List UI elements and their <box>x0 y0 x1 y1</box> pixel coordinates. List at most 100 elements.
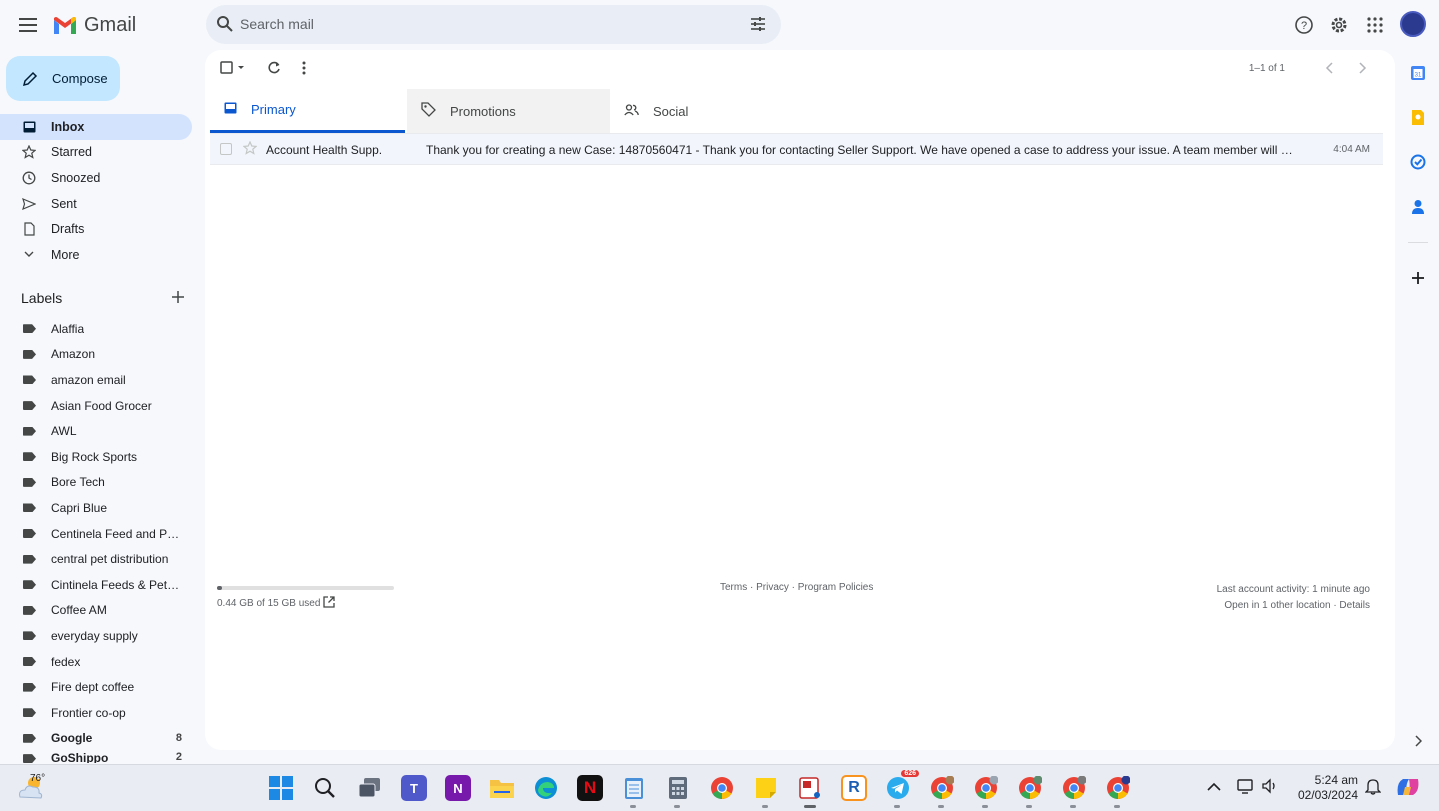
tab-promotions[interactable]: Promotions <box>407 89 610 133</box>
hamburger-icon <box>19 18 37 32</box>
label-item[interactable]: Alaffia <box>0 316 200 342</box>
running-indicator <box>1026 805 1032 808</box>
label-tag-icon <box>23 477 36 487</box>
other-location-link[interactable]: Open in 1 other location · Details <box>1217 598 1370 614</box>
label-item[interactable]: Google 8 <box>0 726 200 752</box>
nav-item-starred[interactable]: Starred <box>0 140 200 166</box>
nav-item-drafts[interactable]: Drafts <box>0 216 200 242</box>
add-label-button[interactable] <box>171 290 185 309</box>
chrome-profile-icon[interactable] <box>973 775 999 801</box>
star-icon[interactable] <box>242 140 258 158</box>
label-item[interactable]: Asian Food Grocer <box>0 393 200 419</box>
account-avatar[interactable] <box>1400 11 1426 37</box>
chevron-up-icon[interactable] <box>1207 779 1221 797</box>
sticky-notes-icon[interactable] <box>753 775 779 801</box>
nav-item-snoozed[interactable]: Snoozed <box>0 165 200 191</box>
label-item[interactable]: Capri Blue <box>0 495 200 521</box>
search-icon[interactable] <box>216 15 234 33</box>
category-tabs: Primary Promotions Social <box>210 89 1385 133</box>
running-indicator <box>762 805 768 808</box>
volume-icon[interactable] <box>1261 777 1279 800</box>
label-item[interactable]: Bore Tech <box>0 470 200 496</box>
compose-button[interactable]: Compose <box>6 56 120 101</box>
gmail-logo[interactable]: Gmail <box>52 14 136 37</box>
compose-label: Compose <box>52 71 108 86</box>
label-item[interactable]: Coffee AM <box>0 598 200 624</box>
task-view-icon[interactable] <box>357 775 383 801</box>
policy-links[interactable]: Terms · Privacy · Program Policies <box>720 582 873 593</box>
search-options-icon[interactable] <box>749 15 767 33</box>
chevron-down-icon <box>22 248 36 262</box>
select-all-checkbox[interactable] <box>220 61 248 80</box>
snipping-tool-icon[interactable] <box>797 775 823 801</box>
label-item[interactable]: Frontier co-op <box>0 700 200 726</box>
search-input[interactable]: Search mail <box>240 16 314 32</box>
older-page-chevron-right-icon[interactable] <box>1357 61 1367 80</box>
label-item[interactable]: Centinela Feed and Pet ... <box>0 521 200 547</box>
system-clock[interactable]: 5:24 am 02/03/2024 <box>1290 773 1358 803</box>
netflix-icon[interactable]: N <box>577 775 603 801</box>
chrome-profile-icon[interactable] <box>1105 775 1131 801</box>
email-snippet: Thank you for creating a new Case: 14870… <box>426 143 1296 157</box>
label-name: Big Rock Sports <box>51 449 138 464</box>
email-row[interactable]: Account Health Supp. Thank you for creat… <box>210 133 1383 165</box>
calendar-icon[interactable]: 31 <box>1408 63 1428 83</box>
help-icon[interactable]: ? <box>1292 13 1316 37</box>
weather-temperature: 76° <box>30 773 46 784</box>
more-options-icon[interactable] <box>302 61 306 80</box>
newer-page-chevron-left-icon[interactable] <box>1325 61 1335 80</box>
network-icon[interactable] <box>1237 777 1255 800</box>
label-item[interactable]: everyday supply <box>0 623 200 649</box>
label-item[interactable]: AWL <box>0 418 200 444</box>
settings-gear-icon[interactable] <box>1327 13 1351 37</box>
copilot-icon[interactable] <box>1395 775 1421 804</box>
add-addon-plus-icon[interactable] <box>1408 268 1428 288</box>
google-apps-icon[interactable] <box>1363 13 1387 37</box>
calculator-icon[interactable] <box>665 775 691 801</box>
keep-icon[interactable] <box>1408 107 1428 127</box>
main-menu-button[interactable] <box>16 13 40 37</box>
label-tag-icon <box>23 452 36 462</box>
windows-start-icon[interactable] <box>268 775 294 801</box>
weather-widget[interactable]: 76° <box>16 773 46 806</box>
show-side-panel-chevron-icon[interactable] <box>1408 731 1428 751</box>
telegram-icon[interactable]: 626 <box>885 770 919 801</box>
label-item[interactable]: fedex <box>0 649 200 675</box>
tag-icon <box>421 102 436 120</box>
chrome-icon[interactable] <box>709 775 735 801</box>
taskbar-search-icon[interactable] <box>312 775 338 801</box>
label-item[interactable]: central pet distribution <box>0 546 200 572</box>
refresh-icon[interactable] <box>267 61 281 80</box>
contacts-icon[interactable] <box>1408 197 1428 217</box>
chrome-profile-icon[interactable] <box>1017 775 1043 801</box>
search-bar[interactable]: Search mail <box>206 5 781 44</box>
chrome-profile-icon[interactable] <box>1061 775 1087 801</box>
teams-icon[interactable]: T <box>401 775 427 801</box>
nav-item-inbox[interactable]: Inbox <box>0 114 192 140</box>
file-explorer-icon[interactable] <box>489 775 515 801</box>
mail-toolbar: 1–1 of 1 <box>205 50 1395 88</box>
notification-bell-icon[interactable] <box>1364 777 1382 800</box>
label-item[interactable]: GoShippo 2 <box>0 751 200 764</box>
onenote-icon[interactable]: N <box>445 775 471 801</box>
label-item[interactable]: amazon email <box>0 367 200 393</box>
open-in-new-icon[interactable] <box>323 596 335 611</box>
nav-item-sent[interactable]: Sent <box>0 191 200 217</box>
label-name: Amazon <box>51 347 96 362</box>
label-item[interactable]: Amazon <box>0 342 200 368</box>
tab-primary[interactable]: Primary <box>210 89 405 133</box>
label-name: central pet distribution <box>51 552 169 567</box>
edge-browser-icon[interactable] <box>533 775 559 801</box>
label-item[interactable]: Big Rock Sports <box>0 444 200 470</box>
label-item[interactable]: Cintinela Feeds & Pet S... <box>0 572 200 598</box>
notepad-icon[interactable] <box>621 775 647 801</box>
label-tag-icon <box>23 682 36 692</box>
tab-label: Primary <box>251 102 296 117</box>
email-select-checkbox[interactable] <box>220 143 232 155</box>
chrome-profile-icon[interactable] <box>929 775 955 801</box>
tab-social[interactable]: Social <box>610 89 810 133</box>
nav-item-more[interactable]: More <box>0 242 200 268</box>
tasks-icon[interactable] <box>1408 152 1428 172</box>
label-item[interactable]: Fire dept coffee <box>0 674 200 700</box>
rakuten-r-icon[interactable]: R <box>841 775 867 801</box>
